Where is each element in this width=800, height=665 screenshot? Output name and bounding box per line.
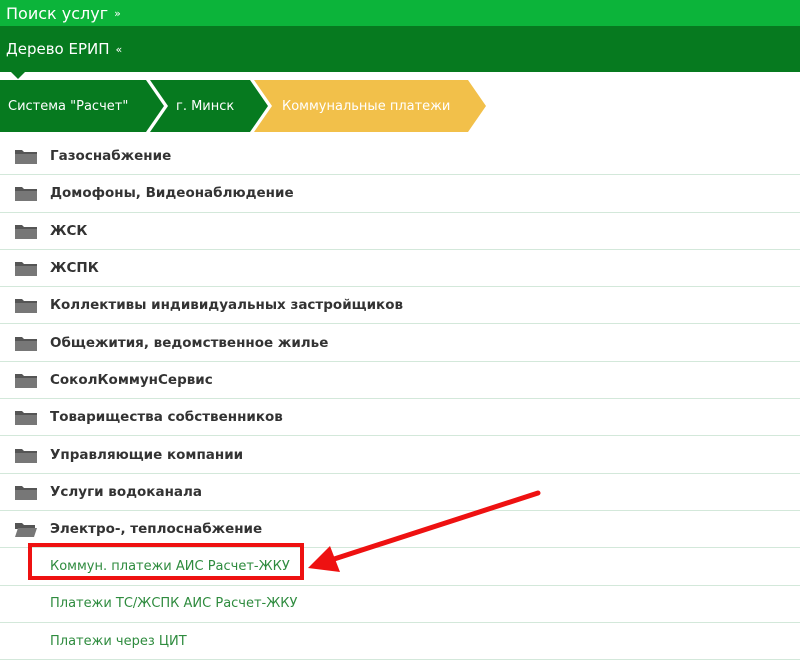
annotation-arrow-icon	[308, 490, 541, 572]
